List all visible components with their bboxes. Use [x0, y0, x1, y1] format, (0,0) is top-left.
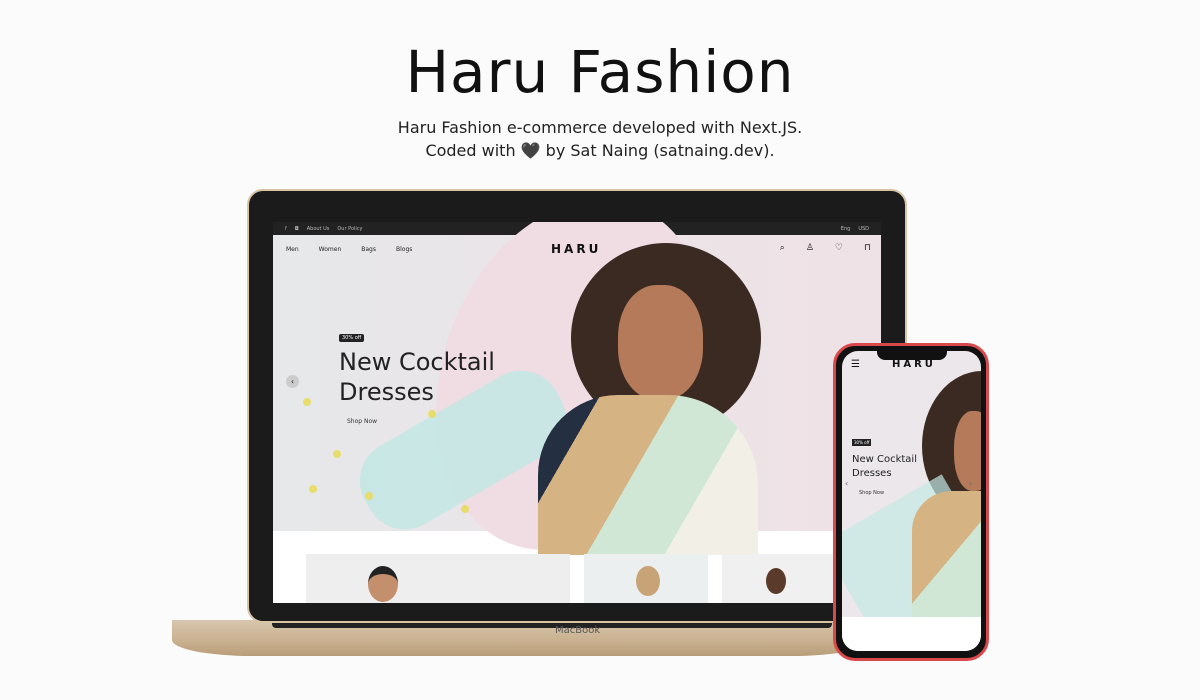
phone-hero-heading-2: Dresses	[852, 468, 892, 479]
model-face	[618, 285, 703, 400]
product-card[interactable]	[306, 554, 570, 603]
about-us-link[interactable]: About Us	[307, 226, 330, 232]
user-icon[interactable]: ♙	[806, 243, 814, 253]
model-shirt	[538, 395, 758, 555]
language-select[interactable]: Eng	[841, 226, 851, 232]
hero-heading-1: New Cocktail	[339, 348, 495, 376]
our-policy-link[interactable]: Our Policy	[337, 226, 362, 232]
heart-icon[interactable]: ♡	[835, 243, 843, 253]
product-card[interactable]	[722, 554, 842, 603]
phone-screen: ☰ HARU 30% off New Cocktail Dresses Shop…	[842, 351, 981, 651]
product-card[interactable]	[584, 554, 708, 603]
nav-men[interactable]: Men	[286, 246, 299, 253]
nav-women[interactable]: Women	[319, 246, 342, 253]
phone-hero-heading-1: New Cocktail	[852, 454, 917, 465]
phone-next-button[interactable]: ›	[969, 479, 972, 488]
hero-heading-2: Dresses	[339, 378, 434, 406]
site-logo[interactable]: HARU	[551, 242, 601, 256]
page-title: Haru Fashion	[405, 38, 795, 106]
phone-prev-button[interactable]: ‹	[845, 479, 848, 488]
discount-badge: 30% off	[339, 334, 365, 342]
header-icons: ⌕ ♙ ♡ ⊓	[780, 243, 871, 253]
laptop-brand: MacBook	[555, 625, 601, 636]
laptop-screen: f ◘ About Us Our Policy Eng USD 30% off …	[273, 222, 881, 603]
subtitle-line-1: Haru Fashion e-commerce developed with N…	[397, 118, 803, 137]
menu-icon[interactable]: ☰	[851, 359, 860, 370]
phone-shop-now-button[interactable]: Shop Now	[859, 490, 884, 496]
search-icon[interactable]: ⌕	[780, 243, 785, 253]
shop-now-button[interactable]: Shop Now	[347, 418, 377, 425]
phone-logo[interactable]: HARU	[892, 359, 936, 370]
facebook-icon[interactable]: f	[285, 226, 287, 232]
instagram-icon[interactable]: ◘	[295, 226, 299, 232]
carousel-prev-button[interactable]: ‹	[286, 375, 299, 388]
currency-select[interactable]: USD	[858, 226, 869, 232]
subtitle-line-2: Coded with 🖤 by Sat Naing (satnaing.dev)…	[425, 141, 775, 160]
hero-banner: 30% off New Cocktail Dresses Shop Now ‹	[273, 222, 881, 589]
bag-icon[interactable]: ⊓	[864, 243, 871, 253]
nav-blogs[interactable]: Blogs	[396, 246, 412, 253]
nav-bags[interactable]: Bags	[361, 246, 376, 253]
laptop-base: MacBook	[172, 620, 872, 656]
phone-discount-badge: 30% off	[852, 439, 872, 446]
